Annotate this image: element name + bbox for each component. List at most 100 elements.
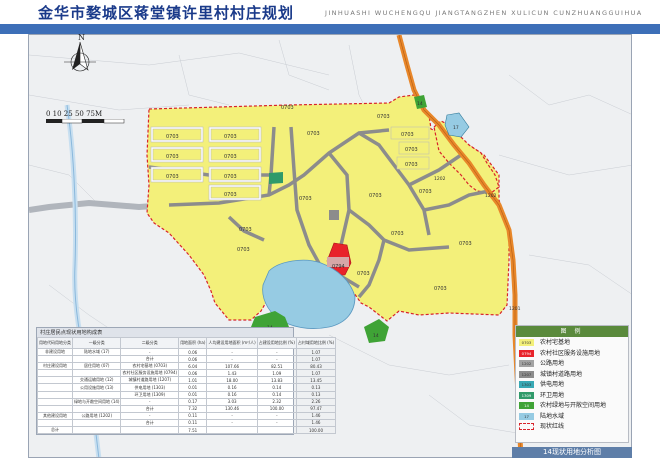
legend-swatch: 1207 — [519, 370, 534, 378]
legend-header: 图 例 — [516, 326, 628, 337]
legend-swatch — [519, 423, 534, 430]
page-title: 金华市婺城区蒋堂镇许里村村庄规划 — [38, 4, 295, 22]
table-row: 总计 7.51 100.00 — [37, 426, 337, 435]
table-cell: - — [120, 397, 180, 406]
legend-item: 0794 农村社区服务设施用地 — [516, 348, 628, 359]
table-cell: 合计 — [120, 404, 180, 413]
table-cell — [71, 426, 122, 435]
table-cell: 80.43 — [295, 362, 337, 371]
zone-label: 0703 — [224, 134, 237, 140]
table-cell: 0.14 — [256, 390, 297, 399]
table-cell: 82.51 — [256, 362, 297, 371]
zone-label: 0703 — [239, 227, 252, 233]
legend-item: 现状红线 — [516, 421, 628, 432]
legend-item: 0703 农村宅基地 — [516, 337, 628, 348]
table-row: 交通运输用地 (12) 城镇村道路用地 (1207) 1.01 18.00 13.83 1… — [37, 376, 337, 385]
table-cell: 2.26 — [295, 397, 337, 406]
table-cell: 非建设用地 — [37, 347, 73, 357]
table-cell: - — [256, 411, 297, 420]
table-cell: 0.16 — [206, 390, 258, 399]
table-cell: 0.14 — [256, 383, 297, 392]
table-row: 合计 0.11- -1.46 — [37, 418, 337, 428]
table-cell — [206, 426, 258, 435]
legend-swatch: 1309 — [519, 391, 534, 399]
legend: 图 例 0703 农村宅基地 0794 农村社区服务设施用地 1202 公路用地 1207 城… — [515, 325, 629, 443]
table-cell: 0.06 — [178, 347, 208, 357]
table-cell — [120, 426, 180, 435]
zone-label: 0703 — [224, 174, 237, 180]
table-cell: 公用设施用地 (13) — [71, 383, 122, 392]
table-cell: 合计 — [120, 355, 180, 364]
legend-label: 现状红线 — [540, 423, 565, 430]
zone-label: 0703 — [166, 174, 179, 180]
table-row: 村庄建设用地 居住用地 (07) 农村宅基地 (0703) 6.04 107.66 82.… — [37, 362, 337, 371]
table-cell: 农村社区服务设施用地 (0794) — [120, 369, 180, 378]
table-cell: 7.32 — [178, 404, 208, 413]
table-cell — [71, 369, 122, 378]
table-cell: 0.01 — [178, 390, 208, 399]
park-label: 14 — [417, 101, 423, 107]
legend-item: 1303 供电用地 — [516, 379, 628, 390]
table-cell: 0.06 — [178, 355, 208, 364]
table-cell: 城镇村道路用地 (1207) — [120, 376, 180, 385]
zone-label: 0703 — [391, 231, 404, 237]
table-row: 合计 7.32 130.46 100.00 97.47 — [37, 404, 337, 413]
table-cell — [37, 383, 73, 392]
table-cell: 0.16 — [206, 383, 258, 392]
table-cell: 1.46 — [295, 418, 337, 428]
table-cell: 公路用地 (1202) — [71, 411, 122, 420]
legend-label: 农村社区服务设施用地 — [540, 349, 601, 357]
highway-label: 1201 — [509, 306, 521, 312]
table-cell: 0.06 — [178, 369, 208, 378]
zone-label: 0703 — [401, 132, 414, 138]
scale-text: 0 10 25 50 75M — [46, 110, 103, 118]
table-cell — [37, 390, 73, 399]
table-header-cell: 人均建设用地面积 (m²/人) — [206, 337, 258, 349]
table-cell: 1.01 — [178, 376, 208, 385]
table-cell: - — [256, 355, 297, 364]
legend-swatch: 0703 — [519, 339, 534, 346]
table-cell: 1.07 — [295, 369, 337, 378]
table-cell: 其他建设用地 — [37, 411, 73, 420]
table-cell — [71, 390, 122, 399]
table-cell: 97.47 — [295, 404, 337, 413]
zone-label: 0703 — [377, 114, 390, 120]
table-cell: 3.03 — [206, 397, 258, 406]
table-row: 绿地与开敞空间用地 (14) -0.17 3.03 2.32 2.26 — [37, 397, 337, 406]
table-cell: 村庄建设用地 — [37, 362, 73, 371]
legend-swatch: 1202 — [519, 360, 534, 367]
legend-label: 供电用地 — [540, 381, 565, 388]
page-subtitle: JINHUASHI WUCHENGQU JIANGTANGZHEN XULICU… — [325, 9, 643, 17]
table-cell: 1.07 — [295, 355, 337, 364]
zone-label: 0703 — [224, 192, 237, 198]
table-cell: 0.11 — [178, 411, 208, 420]
scale-bar: 0 10 25 50 75M — [46, 110, 126, 126]
table-cell — [37, 376, 73, 385]
zone-label: 0703 — [459, 241, 472, 247]
table-cell — [37, 404, 73, 413]
table-header-cell: 用地面积 (ha) — [178, 337, 208, 349]
sanitation-site[interactable] — [269, 172, 283, 184]
table-cell: - — [206, 347, 258, 357]
table-cell: - — [120, 347, 180, 357]
park-label: 14 — [373, 333, 379, 339]
map-footer-title: 14现状用地分析图 — [512, 447, 632, 458]
north-arrow: N — [60, 32, 100, 78]
legend-label: 公路用地 — [540, 360, 565, 367]
table-cell: 7.51 — [178, 426, 208, 435]
table-cell: 环卫用地 (1309) — [120, 390, 180, 399]
table-header-cell: 占村域用地比例 (%) — [295, 337, 337, 349]
zone-label: 0703 — [224, 154, 237, 160]
table-cell: 18.00 — [206, 376, 258, 385]
table-cell — [256, 426, 297, 435]
table-cell — [71, 404, 122, 413]
zone-label: 0703 — [405, 162, 418, 168]
zone-label: 0703 — [307, 131, 320, 137]
legend-item: 17 陆地水域 — [516, 411, 628, 422]
zone-label: 0703 — [299, 196, 312, 202]
legend-swatch: 14 — [519, 402, 534, 409]
table-cell: 100.00 — [295, 426, 337, 435]
legend-swatch: 1303 — [519, 381, 534, 388]
table-cell — [37, 369, 73, 378]
table-header-cell: 二级分类 — [120, 337, 180, 349]
